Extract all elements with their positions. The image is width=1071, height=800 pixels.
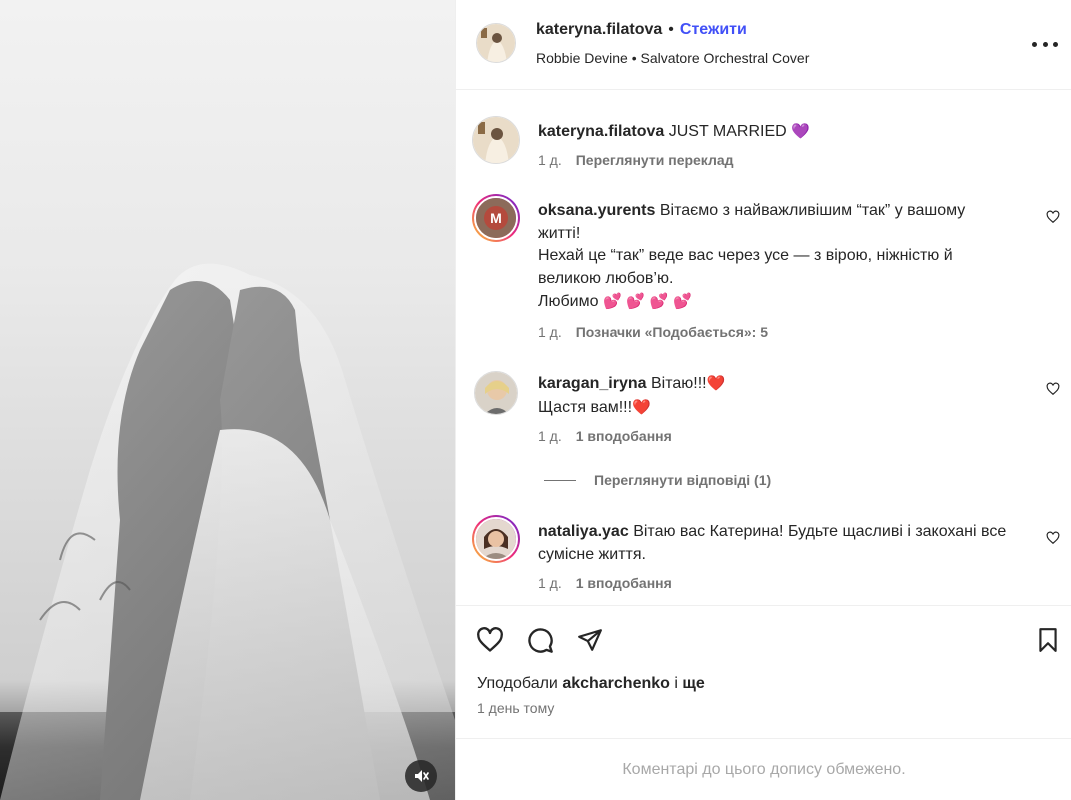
comment-button[interactable] <box>524 624 556 656</box>
speaker-muted-icon <box>415 770 429 782</box>
caption-username[interactable]: kateryna.filatova <box>538 123 664 140</box>
comments-restricted-notice: Коментарі до цього допису обмежено. <box>456 738 1071 800</box>
post-detail-panel: kateryna.filatova • Стежити Robbie Devine … <box>455 0 1071 800</box>
commenter-username[interactable]: nataliya.yac <box>538 523 629 540</box>
mute-button[interactable] <box>405 760 437 792</box>
comment-likes-count[interactable]: Позначки «Подобається»: 5 <box>576 324 768 340</box>
save-button[interactable] <box>1032 624 1064 656</box>
follow-button[interactable]: Стежити <box>680 21 747 38</box>
comment-icon <box>528 628 553 653</box>
caption: kateryna.filatova JUST MARRIED 💜 1 д. Пер… <box>472 116 1062 176</box>
comment-line: Щастя вам!!! <box>538 398 633 416</box>
comment-line: Вітаю!!! <box>650 375 707 392</box>
like-button[interactable] <box>474 624 506 656</box>
commenter-avatar-image <box>475 372 517 414</box>
comment-meta: 1 д. 1 вподобання <box>538 428 672 444</box>
likes-prefix: Уподобали <box>477 675 558 692</box>
heart-icon <box>477 627 503 652</box>
red-heart-emoji: ❤️ <box>706 374 726 392</box>
more-horizontal-icon <box>1032 41 1037 47</box>
comment-likes-count[interactable]: 1 вподобання <box>576 428 672 444</box>
comment-meta: 1 д. Позначки «Подобається»: 5 <box>538 324 768 340</box>
comment-text: karagan_iryna Вітаю!!!❤️ Щастя вам!!!❤️ <box>538 372 1008 419</box>
replies-divider-line <box>544 479 576 481</box>
comment-item: M oksana.yurents Вітаємо з найважливішим… <box>472 194 1062 344</box>
comment-text: oksana.yurents Вітаємо з найважливішим “… <box>538 200 1008 314</box>
comment-text: nataliya.yac Вітаю вас Катерина! Будьте … <box>538 521 1008 566</box>
comment-age: 1 д. <box>538 428 562 444</box>
comment-line: Любимо <box>538 293 599 310</box>
comment-age: 1 д. <box>538 324 562 340</box>
send-icon <box>578 629 602 651</box>
caption-meta: 1 д. Переглянути переклад <box>538 152 734 168</box>
author-username[interactable]: kateryna.filatova <box>536 21 662 38</box>
heart-icon <box>1046 531 1060 545</box>
more-options-button[interactable] <box>1032 36 1058 52</box>
post-timestamp[interactable]: 1 день тому <box>477 700 554 716</box>
comment-item: nataliya.yac Вітаю вас Катерина! Будьте … <box>472 515 1062 595</box>
comment-like-button[interactable] <box>1046 382 1062 398</box>
comment-line: Нехай це “так” веде вас через усе — з ві… <box>538 247 953 287</box>
commenter-avatar[interactable] <box>474 371 518 415</box>
likes-user-link[interactable]: akcharchenko <box>562 675 670 692</box>
comment-like-button[interactable] <box>1046 210 1062 226</box>
audio-track-label[interactable]: Robbie Devine • Salvatore Orchestral Cov… <box>536 50 809 66</box>
comment-item: karagan_iryna Вітаю!!!❤️ Щастя вам!!!❤️ … <box>472 370 1062 450</box>
commenter-username[interactable]: karagan_iryna <box>538 375 647 392</box>
commenter-avatar[interactable] <box>472 515 520 563</box>
separator-bullet: • <box>668 21 674 38</box>
red-heart-emoji: ❤️ <box>632 397 651 416</box>
post-header: kateryna.filatova • Стежити Robbie Devine … <box>456 0 1071 90</box>
comment-meta: 1 д. 1 вподобання <box>538 575 672 591</box>
share-button[interactable] <box>574 624 606 656</box>
wedding-photo <box>0 263 455 800</box>
view-replies-button[interactable]: Переглянути відповіді (1) <box>544 470 771 490</box>
likes-connector: і <box>674 675 678 692</box>
translate-button[interactable]: Переглянути переклад <box>576 152 734 168</box>
likes-summary: Уподобали akcharchenko і ще <box>477 675 705 693</box>
comment-age: 1 д. <box>538 575 562 591</box>
bookmark-icon <box>1039 628 1057 652</box>
commenter-avatar-image: M <box>476 198 516 238</box>
post-action-bar <box>456 605 1071 667</box>
author-avatar[interactable] <box>476 23 516 63</box>
purple-heart-emoji: 💜 <box>791 122 810 140</box>
heart-icon <box>1046 382 1060 396</box>
likes-others-link[interactable]: ще <box>682 675 704 692</box>
caption-avatar[interactable] <box>472 116 520 164</box>
post-media[interactable] <box>0 0 455 800</box>
two-hearts-emoji: 💕 💕 💕 💕 <box>602 292 692 310</box>
caption-body: JUST MARRIED <box>668 123 787 140</box>
header-title-row: kateryna.filatova • Стежити <box>536 21 747 39</box>
heart-icon <box>1046 210 1060 224</box>
caption-avatar-image <box>473 117 519 163</box>
comment-like-button[interactable] <box>1046 531 1062 547</box>
caption-text: kateryna.filatova JUST MARRIED 💜 <box>538 120 1008 144</box>
author-avatar-image <box>477 24 515 62</box>
caption-age: 1 д. <box>538 152 562 168</box>
commenter-avatar[interactable]: M <box>472 194 520 242</box>
view-replies-label: Переглянути відповіді (1) <box>594 472 772 488</box>
commenter-username[interactable]: oksana.yurents <box>538 202 655 219</box>
commenter-avatar-image <box>476 519 516 559</box>
svg-text:M: M <box>490 210 502 226</box>
comment-likes-count[interactable]: 1 вподобання <box>576 575 672 591</box>
